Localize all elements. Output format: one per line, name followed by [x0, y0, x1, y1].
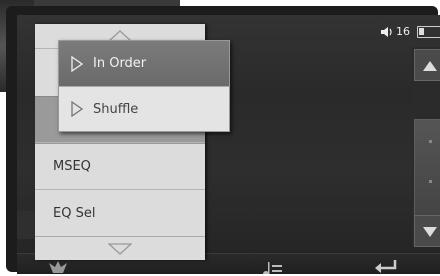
volume-value: 16 [396, 25, 410, 38]
speaker-icon [380, 26, 394, 38]
battery-icon [417, 26, 440, 38]
scrollbar[interactable] [412, 47, 440, 247]
scroll-up-button[interactable] [414, 49, 440, 81]
thumb-grip [429, 180, 432, 183]
chevron-down-icon [107, 240, 133, 259]
play-triangle-icon [71, 55, 83, 72]
playlist-icon[interactable] [262, 260, 284, 274]
play-order-submenu: In Order Shuffle [58, 40, 230, 132]
menu-toolbar-icon[interactable] [49, 260, 67, 274]
thumb-grip [429, 140, 432, 143]
play-triangle-icon [71, 101, 83, 117]
scroll-down-button[interactable] [414, 215, 440, 247]
submenu-item-label: Shuffle [93, 101, 139, 117]
triangle-up-icon [423, 56, 437, 75]
menu-item-mseq[interactable]: MSEQ [35, 142, 205, 190]
menu-scroll-down-button[interactable] [35, 236, 205, 261]
scroll-thumb[interactable] [414, 119, 440, 217]
submenu-item-in-order[interactable]: In Order [59, 41, 229, 86]
submenu-item-shuffle[interactable]: Shuffle [59, 86, 229, 131]
return-icon[interactable] [373, 260, 397, 274]
menu-item-eq-sel[interactable]: EQ Sel [35, 189, 205, 237]
volume-indicator: 16 [380, 25, 410, 38]
menu-item-label: EQ Sel [53, 206, 96, 221]
menu-item-label: MSEQ [53, 159, 91, 174]
submenu-item-label: In Order [93, 56, 147, 71]
triangle-down-icon [423, 222, 437, 241]
